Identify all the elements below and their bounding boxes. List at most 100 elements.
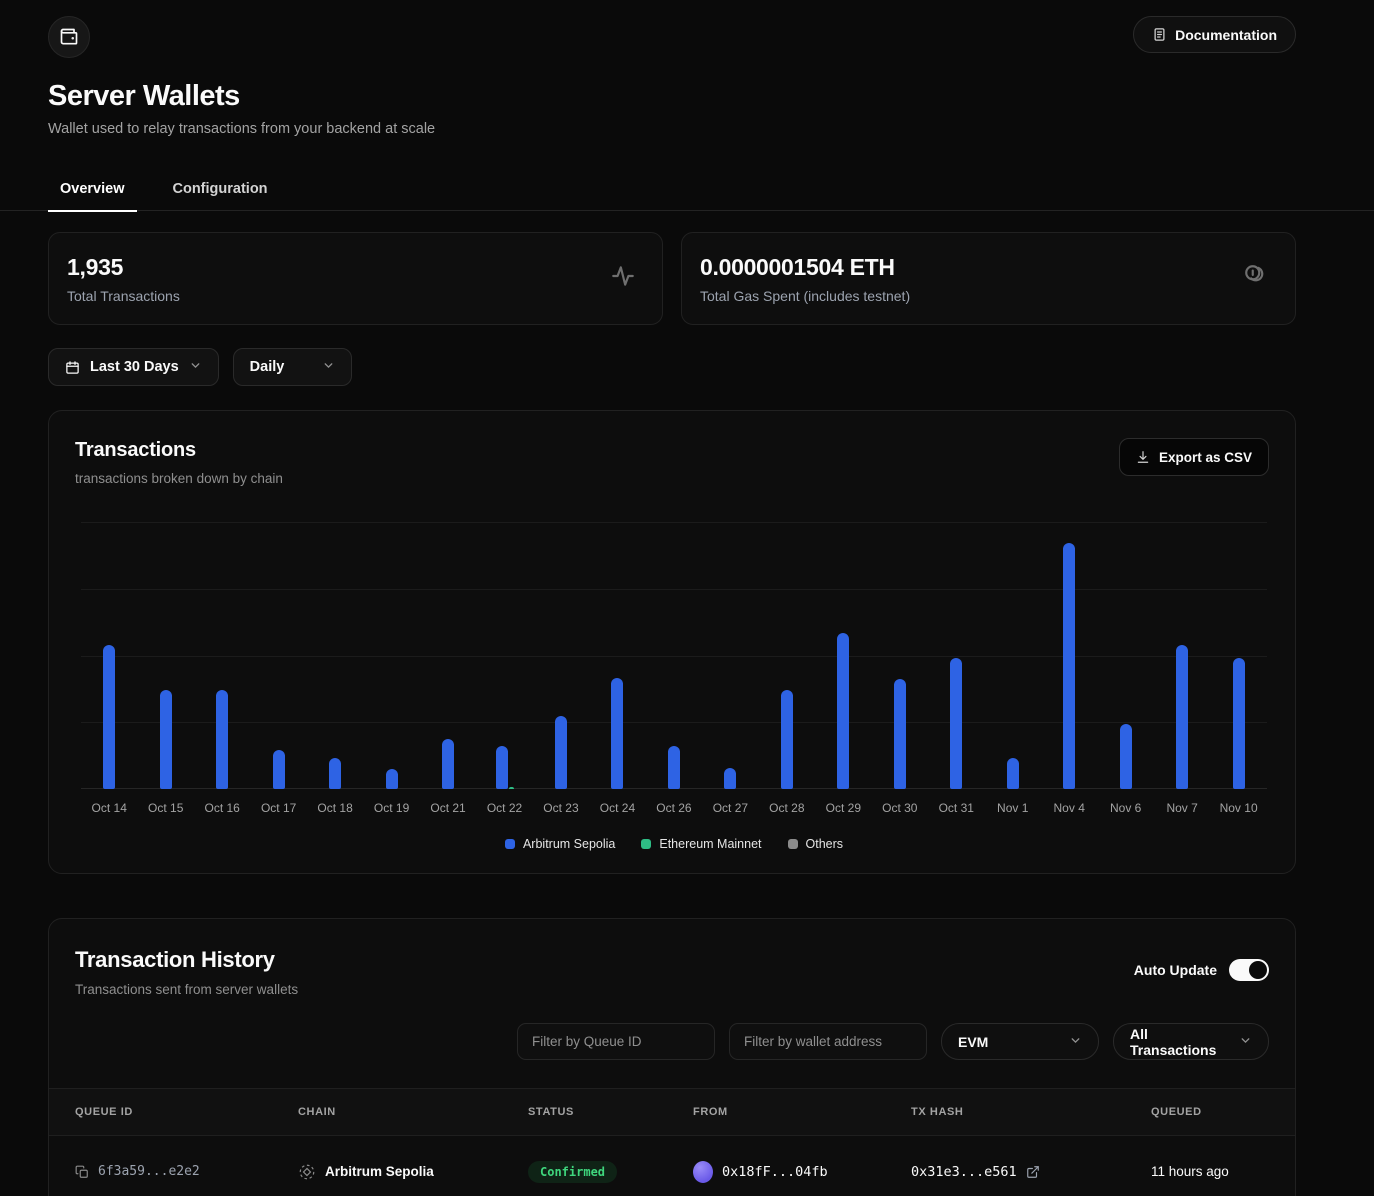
copy-icon[interactable] [75,1165,89,1179]
external-link-icon[interactable] [1026,1165,1040,1179]
x-axis-tick-label: Nov 1 [985,801,1041,815]
chevron-down-icon [1069,1034,1082,1050]
x-axis-tick-label: Oct 16 [194,801,250,815]
chart-legend: Arbitrum SepoliaEthereum MainnetOthers [81,837,1267,851]
x-axis-tick-label: Oct 15 [137,801,193,815]
chart-bar [611,678,623,789]
legend-swatch [641,839,651,849]
x-axis-tick-label: Oct 27 [702,801,758,815]
table-column-header: QUEUED [1151,1106,1295,1118]
chart-bar [950,658,962,789]
chart-bar-group[interactable] [759,522,815,789]
queue-id-value: 6f3a59...e2e2 [98,1164,200,1179]
chart-plot-area [81,522,1267,789]
table-column-header: QUEUE ID [75,1106,298,1118]
x-axis-tick-label: Nov 4 [1041,801,1097,815]
chart-bar-group[interactable] [81,522,137,789]
chart-bar-group[interactable] [420,522,476,789]
wallet-avatar [693,1161,713,1183]
chart-bar-group[interactable] [646,522,702,789]
interval-dropdown[interactable]: Daily [233,348,352,386]
history-subtitle: Transactions sent from server wallets [75,982,298,997]
activity-icon [610,263,636,294]
wallet-icon [59,27,79,47]
interval-value: Daily [250,359,285,375]
queued-time: 11 hours ago [1151,1164,1229,1179]
chart-bar-group[interactable] [307,522,363,789]
transaction-type-value: All Transactions [1130,1026,1225,1058]
wallet-app-icon[interactable] [48,16,90,58]
chart-bar-group[interactable] [476,522,532,789]
stat-cards: 1,935 Total Transactions 0.0000001504 ET… [48,232,1296,325]
x-axis-tick-label: Oct 23 [533,801,589,815]
chart-bar-group[interactable] [250,522,306,789]
chart-bar-group[interactable] [702,522,758,789]
queue-id-filter-input[interactable] [517,1023,715,1060]
chart-bar-group[interactable] [533,522,589,789]
queued-cell: 11 hours ago [1151,1164,1295,1179]
transaction-type-dropdown[interactable]: All Transactions [1113,1023,1269,1060]
from-cell: 0x18fF...04fb [693,1161,911,1183]
chart-bar [1007,758,1019,789]
chart-bar [724,768,736,789]
tx-hash-value: 0x31e3...e561 [911,1164,1017,1180]
x-axis-tick-label: Oct 17 [250,801,306,815]
table-header-row: QUEUE IDCHAINSTATUSFROMTX HASHQUEUED [49,1088,1295,1136]
table-row[interactable]: 6f3a59...e2e2 Arbitrum Sepolia Confirmed [49,1136,1295,1196]
transactions-chart-card: Transactions transactions broken down by… [48,410,1296,874]
chart-bar-group[interactable] [194,522,250,789]
documentation-button[interactable]: Documentation [1133,16,1296,53]
x-axis-tick-label: Nov 7 [1154,801,1210,815]
table-column-header: TX HASH [911,1106,1151,1118]
chart-bar [160,690,172,789]
wallet-address-filter-input[interactable] [729,1023,927,1060]
chart-bar [837,633,849,789]
x-axis-tick-label: Oct 31 [928,801,984,815]
chart-bar [1176,645,1188,789]
chart-title: Transactions [75,439,1269,462]
chart-bars [81,522,1267,789]
chart-bar-group[interactable] [985,522,1041,789]
chart-bar-group[interactable] [1210,522,1266,789]
chart-subtitle: transactions broken down by chain [75,471,1269,486]
chart-bar-group[interactable] [872,522,928,789]
chart-bar-group[interactable] [589,522,645,789]
chart-bar [1233,658,1245,789]
transaction-table: QUEUE IDCHAINSTATUSFROMTX HASHQUEUED 6f3… [49,1088,1295,1196]
auto-update-toggle[interactable] [1229,959,1269,981]
documentation-label: Documentation [1175,27,1277,43]
date-range-dropdown[interactable]: Last 30 Days [48,348,219,386]
total-transactions-value: 1,935 [67,254,180,281]
tab-overview[interactable]: Overview [48,171,137,211]
chart-bar-group[interactable] [815,522,871,789]
tab-configuration[interactable]: Configuration [161,171,280,211]
x-axis-tick-label: Oct 28 [759,801,815,815]
chart-bar-group[interactable] [1154,522,1210,789]
export-csv-label: Export as CSV [1159,450,1252,465]
history-header: Transaction History Transactions sent fr… [49,947,1295,997]
chart-bar-group[interactable] [1097,522,1153,789]
x-axis-tick-label: Oct 26 [646,801,702,815]
table-column-header: CHAIN [298,1106,528,1118]
tx-hash-cell: 0x31e3...e561 [911,1164,1151,1180]
chart-bar [894,679,906,789]
legend-item: Arbitrum Sepolia [505,837,615,851]
chevron-down-icon [189,359,202,376]
x-axis-tick-label: Oct 21 [420,801,476,815]
x-axis-tick-label: Oct 30 [872,801,928,815]
auto-update-control: Auto Update [1134,959,1269,981]
chart-bar [781,690,793,789]
book-icon [1152,27,1167,42]
chart-bar-group[interactable] [137,522,193,789]
chart-bar [386,769,398,789]
chain-type-dropdown[interactable]: EVM [941,1023,1099,1060]
chart-bar-group[interactable] [928,522,984,789]
chart-bar [442,739,454,789]
status-cell: Confirmed [528,1161,693,1183]
chart-bar [555,716,567,789]
chart-bar-group[interactable] [1041,522,1097,789]
x-axis-tick-label: Oct 19 [363,801,419,815]
legend-label: Ethereum Mainnet [659,837,761,851]
export-csv-button[interactable]: Export as CSV [1119,438,1269,476]
chart-bar-group[interactable] [363,522,419,789]
